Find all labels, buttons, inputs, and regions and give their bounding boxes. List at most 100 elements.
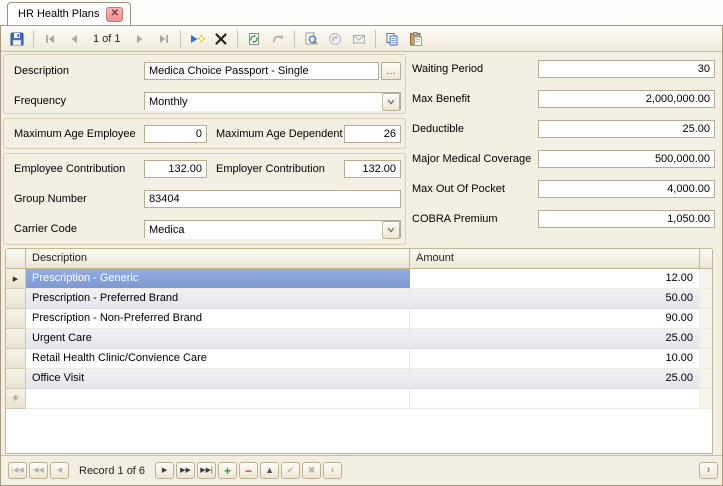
cell-description[interactable]: Urgent Care — [26, 329, 410, 349]
nav-previous-page-button[interactable]: ◀◀ — [29, 462, 48, 479]
carrier-code-input[interactable] — [145, 221, 382, 239]
scroll-right-button[interactable]: › — [699, 462, 718, 479]
nav-append-button[interactable]: + — [218, 462, 237, 479]
description-input[interactable] — [144, 62, 379, 80]
cell-amount[interactable]: 90.00 — [410, 309, 700, 329]
employee-contribution-label: Employee Contribution — [14, 160, 125, 178]
delete-icon — [213, 31, 229, 47]
cell-amount[interactable]: 25.00 — [410, 369, 700, 389]
first-record-icon — [42, 31, 58, 47]
last-record-button[interactable] — [153, 28, 175, 50]
cell-description[interactable]: Prescription - Non-Preferred Brand — [26, 309, 410, 329]
frequency-dropdown-button[interactable] — [382, 93, 400, 111]
new-record-icon — [189, 31, 205, 47]
deductible-input[interactable] — [538, 120, 715, 138]
cell-amount[interactable]: 10.00 — [410, 349, 700, 369]
refresh-icon — [246, 31, 262, 47]
horizontal-scrollbar-track[interactable] — [344, 462, 697, 479]
first-record-button[interactable] — [39, 28, 61, 50]
print-preview-button[interactable] — [300, 28, 322, 50]
previous-record-button[interactable] — [63, 28, 85, 50]
toolbar-separator — [237, 30, 238, 48]
max-benefit-input[interactable] — [538, 90, 715, 108]
nav-edit-button[interactable]: ▲ — [260, 462, 279, 479]
employee-contribution-input[interactable] — [144, 160, 207, 178]
new-record-button[interactable] — [186, 28, 208, 50]
tab-hr-health-plans[interactable]: HR Health Plans ✕ — [7, 2, 131, 25]
window-content: 1 of 1 Description … — [0, 25, 723, 486]
tab-close-button[interactable]: ✕ — [106, 7, 123, 22]
chevron-left-icon: ‹ — [331, 465, 335, 476]
cell-amount[interactable]: 25.00 — [410, 329, 700, 349]
current-row-arrow-icon: ▶ — [13, 275, 18, 283]
frequency-label: Frequency — [14, 92, 66, 110]
cell-description[interactable]: Prescription - Preferred Brand — [26, 289, 410, 309]
cell-amount[interactable]: 12.00 — [410, 269, 700, 289]
major-medical-coverage-label: Major Medical Coverage — [412, 150, 531, 168]
table-row[interactable]: ▶ Prescription - Generic 12.00 — [6, 269, 712, 289]
navigate-button[interactable] — [324, 28, 346, 50]
max-age-dependent-input[interactable] — [344, 125, 401, 143]
cell-amount[interactable]: 50.00 — [410, 289, 700, 309]
undo-icon — [270, 31, 286, 47]
refresh-button[interactable] — [243, 28, 265, 50]
new-row[interactable]: ✳ — [6, 389, 712, 409]
nav-delete-button[interactable]: − — [239, 462, 258, 479]
nav-last-button[interactable]: ▶▶| — [197, 462, 216, 479]
table-row[interactable]: Office Visit 25.00 — [6, 369, 712, 389]
save-button[interactable] — [6, 28, 28, 50]
nav-next-button[interactable]: ▶ — [155, 462, 174, 479]
max-out-of-pocket-input[interactable] — [538, 180, 715, 198]
carrier-code-dropdown-button[interactable] — [382, 221, 400, 239]
table-row[interactable]: Retail Health Clinic/Convience Care 10.0… — [6, 349, 712, 369]
undo-button[interactable] — [267, 28, 289, 50]
scroll-left-button[interactable]: ‹ — [323, 462, 342, 479]
toolbar-record-position: 1 of 1 — [87, 33, 127, 45]
toolbar-separator — [33, 30, 34, 48]
table-row[interactable]: Prescription - Non-Preferred Brand 90.00 — [6, 309, 712, 329]
row-selector[interactable]: ▶ — [6, 269, 26, 289]
previous-record-icon: ◀ — [57, 467, 62, 474]
hr-health-plans-window: HR Health Plans ✕ 1 of 1 — [0, 0, 723, 486]
email-button[interactable] — [348, 28, 370, 50]
row-selector[interactable] — [6, 289, 26, 309]
nav-cancel-edit-button[interactable]: ✖ — [302, 462, 321, 479]
row-selector[interactable] — [6, 369, 26, 389]
row-selector[interactable]: ✳ — [6, 389, 26, 409]
column-header-description[interactable]: Description — [26, 249, 410, 268]
table-row[interactable]: Urgent Care 25.00 — [6, 329, 712, 349]
cobra-premium-input[interactable] — [538, 210, 715, 228]
paste-button[interactable] — [405, 28, 427, 50]
grid-header-filler — [700, 249, 712, 268]
cell-amount[interactable] — [410, 389, 700, 409]
last-record-icon: ▶▶| — [200, 467, 213, 474]
copy-icon — [384, 31, 400, 47]
max-age-employee-input[interactable] — [144, 125, 207, 143]
row-selector[interactable] — [6, 349, 26, 369]
waiting-period-input[interactable] — [538, 60, 715, 78]
cell-description[interactable]: Retail Health Clinic/Convience Care — [26, 349, 410, 369]
table-row[interactable]: Prescription - Preferred Brand 50.00 — [6, 289, 712, 309]
nav-next-page-button[interactable]: ▶▶ — [176, 462, 195, 479]
nav-first-button[interactable]: |◀◀ — [8, 462, 27, 479]
row-selector[interactable] — [6, 329, 26, 349]
cell-description[interactable] — [26, 389, 410, 409]
next-record-button[interactable] — [129, 28, 151, 50]
major-medical-coverage-input[interactable] — [538, 150, 715, 168]
first-record-icon: |◀◀ — [11, 467, 24, 474]
plan-info-panel: Description … Frequency — [3, 54, 406, 114]
delete-record-button[interactable] — [210, 28, 232, 50]
group-number-input[interactable] — [144, 190, 401, 208]
nav-previous-button[interactable]: ◀ — [50, 462, 69, 479]
column-header-amount[interactable]: Amount — [410, 249, 700, 268]
description-ellipsis-button[interactable]: … — [381, 62, 401, 80]
copy-button[interactable] — [381, 28, 403, 50]
employer-contribution-input[interactable] — [344, 160, 401, 178]
frequency-input[interactable] — [145, 93, 382, 111]
cell-description[interactable]: Prescription - Generic — [26, 269, 410, 289]
toolbar-separator — [180, 30, 181, 48]
next-record-icon — [132, 31, 148, 47]
cell-description[interactable]: Office Visit — [26, 369, 410, 389]
row-selector[interactable] — [6, 309, 26, 329]
nav-end-edit-button[interactable]: ✔ — [281, 462, 300, 479]
